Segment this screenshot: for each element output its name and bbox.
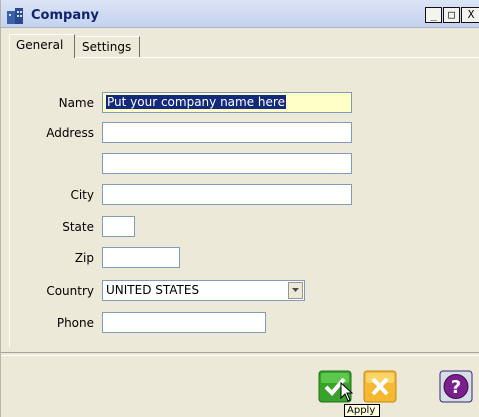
footer-divider <box>1 352 479 356</box>
city-field[interactable] <box>102 184 352 205</box>
country-dropdown-button[interactable] <box>288 282 303 299</box>
zip-label: Zip <box>74 251 94 265</box>
name-field-value: Put your company name here <box>106 95 286 109</box>
country-select-value: UNITED STATES <box>106 283 200 297</box>
cancel-button[interactable] <box>363 370 397 403</box>
address-line1-field[interactable] <box>102 122 352 143</box>
minimize-button[interactable]: _ <box>425 7 442 23</box>
tab-settings[interactable]: Settings <box>76 36 140 58</box>
phone-field[interactable] <box>102 312 266 333</box>
address-label: Address <box>46 126 94 140</box>
company-window: Company _ □ X General Settings Name Put … <box>0 0 479 417</box>
close-button[interactable]: X <box>461 7 479 23</box>
app-icon <box>7 8 23 24</box>
address-line2-field[interactable] <box>102 153 352 174</box>
svg-text:?: ? <box>451 377 461 398</box>
maximize-button[interactable]: □ <box>443 7 460 23</box>
chevron-down-icon <box>292 288 299 292</box>
apply-tooltip: Apply <box>344 404 380 417</box>
question-icon: ? <box>439 370 473 403</box>
help-button[interactable]: ? <box>439 370 473 403</box>
phone-label: Phone <box>56 316 94 330</box>
zip-field[interactable] <box>102 247 180 268</box>
country-select[interactable]: UNITED STATES <box>102 280 305 301</box>
city-label: City <box>70 188 94 202</box>
mouse-cursor-icon <box>340 382 354 402</box>
title-bar[interactable]: Company _ □ X <box>1 0 479 28</box>
name-label: Name <box>58 96 94 110</box>
state-field[interactable] <box>102 216 135 237</box>
window-title: Company <box>31 8 99 23</box>
name-field[interactable]: Put your company name here <box>102 92 352 113</box>
tab-general[interactable]: General <box>9 34 75 58</box>
state-label: State <box>62 220 94 234</box>
x-icon <box>363 370 397 403</box>
country-label: Country <box>46 284 94 298</box>
